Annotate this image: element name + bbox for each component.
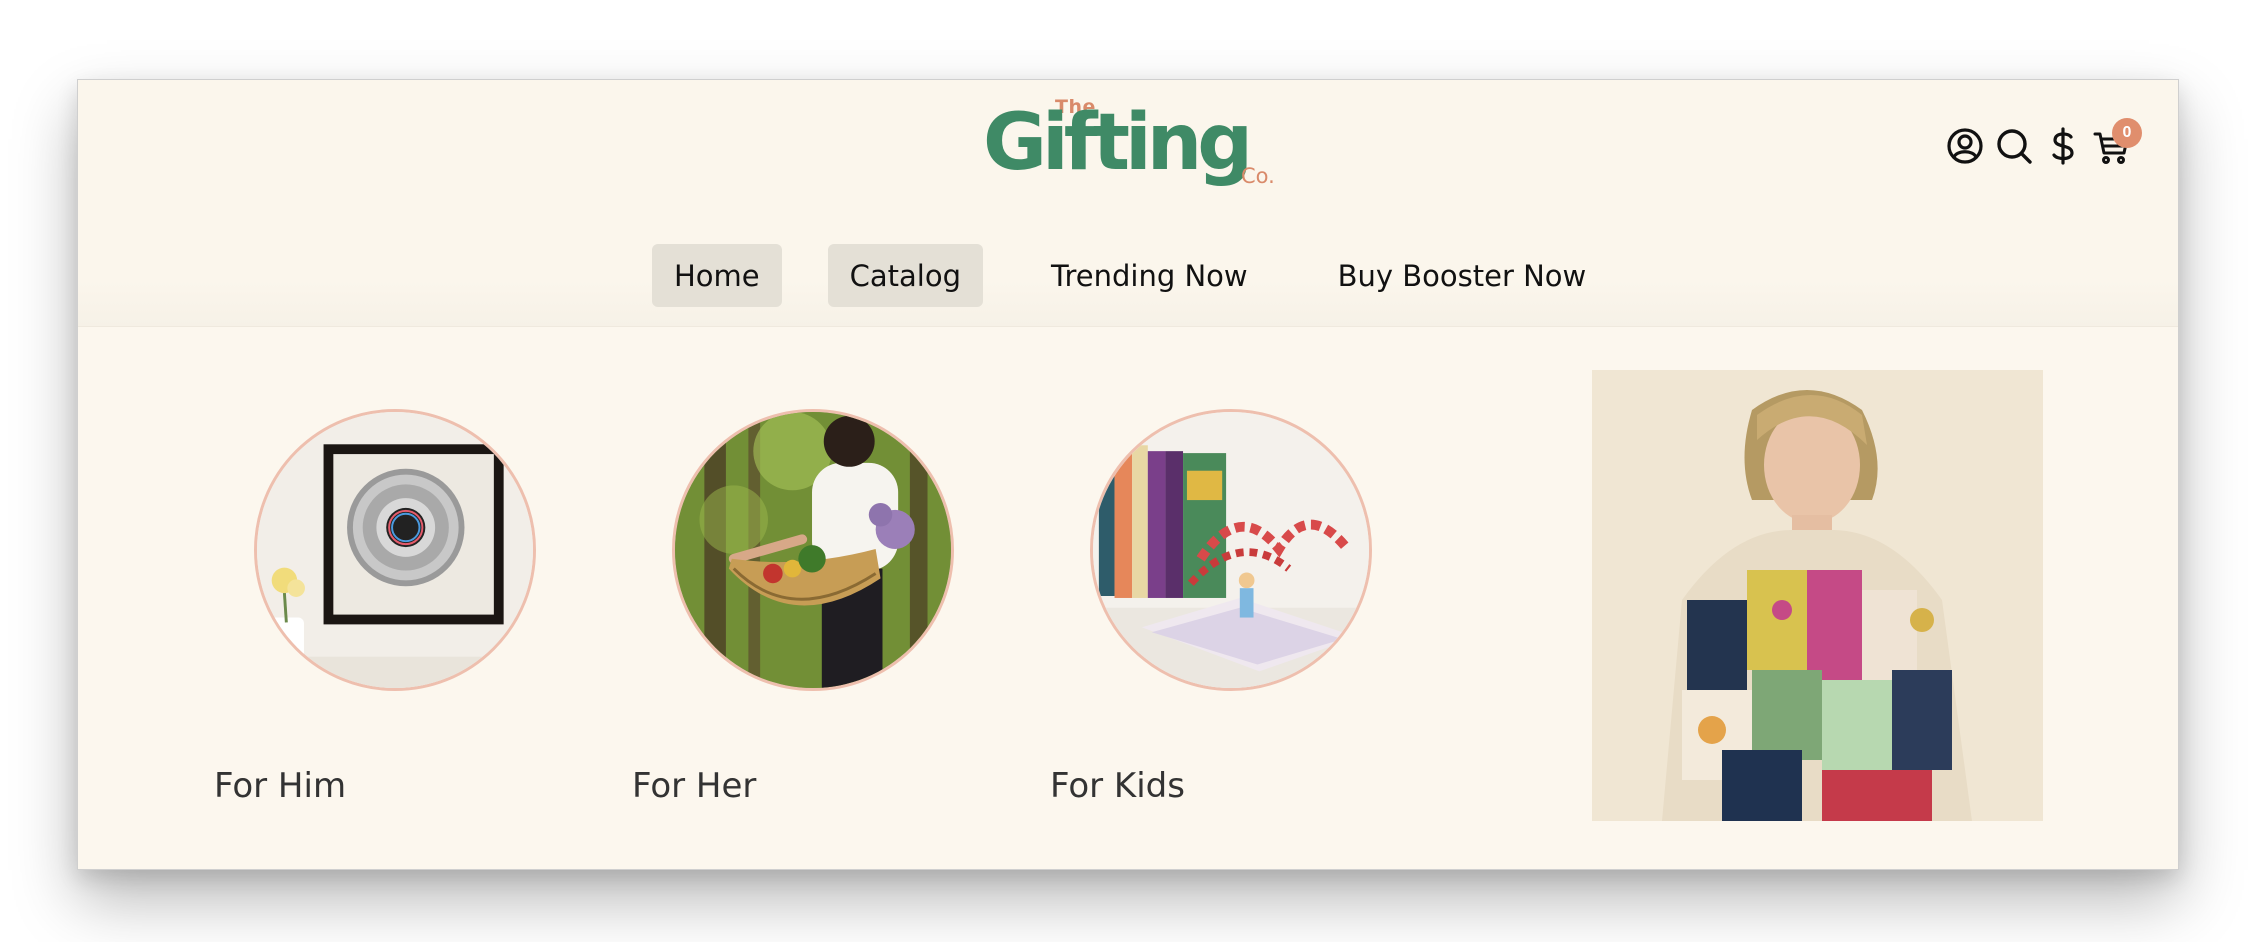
books-popup-image (1093, 412, 1369, 688)
for-her-image[interactable] (672, 409, 954, 691)
nav-buy-booster-now[interactable]: Buy Booster Now (1316, 244, 1609, 307)
site-header: The Gifting Co. 0 Home Catalog Trending … (78, 80, 2178, 327)
browser-window: The Gifting Co. 0 Home Catalog Trending … (77, 79, 2179, 870)
logo-co: Co. (1241, 164, 1275, 188)
nav-home[interactable]: Home (652, 244, 782, 307)
category-for-him[interactable]: For Him (214, 409, 536, 806)
for-kids-image[interactable] (1090, 409, 1372, 691)
cart-icon[interactable]: 0 (2092, 118, 2142, 166)
for-him-image[interactable] (254, 409, 536, 691)
nav-catalog[interactable]: Catalog (827, 244, 984, 307)
account-icon[interactable] (1945, 126, 1985, 166)
category-label[interactable]: For Her (632, 766, 756, 806)
feature-image[interactable] (1592, 370, 2043, 821)
category-label[interactable]: For Kids (1050, 766, 1185, 806)
currency-icon[interactable] (2043, 126, 2083, 166)
category-for-kids[interactable]: For Kids (1050, 409, 1372, 806)
forest-basket-image (675, 412, 951, 688)
logo-wordmark: Gifting (983, 98, 1253, 188)
patchwork-jacket-model-image (1592, 370, 2043, 821)
brand-logo[interactable]: The Gifting Co. (983, 96, 1283, 198)
category-for-her[interactable]: For Her (632, 409, 954, 806)
cart-count-badge: 0 (2112, 118, 2142, 148)
search-icon[interactable] (1994, 126, 2034, 166)
nav-trending-now[interactable]: Trending Now (1029, 244, 1270, 307)
main-nav: Home Catalog Trending Now Buy Booster No… (652, 244, 1654, 307)
category-label[interactable]: For Him (214, 766, 346, 806)
framed-record-image (257, 412, 533, 688)
header-icons: 0 (1945, 118, 2142, 166)
